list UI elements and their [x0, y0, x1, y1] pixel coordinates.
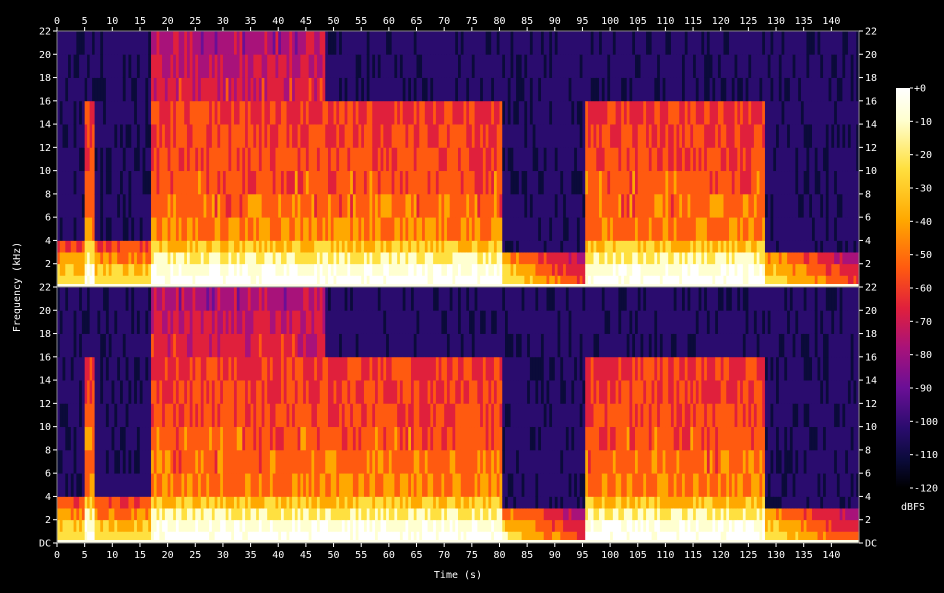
channel-1-spectrum	[57, 31, 860, 288]
spectrogram-chart: 0 5 10 15 20 25 30 35 40 45 50 55 60 65 70 75 80 85 90 95 10…	[12, 16, 938, 581]
channel-1-plot	[56, 30, 860, 288]
channel-2-plot	[56, 286, 860, 544]
channel-2-spectrum	[57, 287, 860, 544]
